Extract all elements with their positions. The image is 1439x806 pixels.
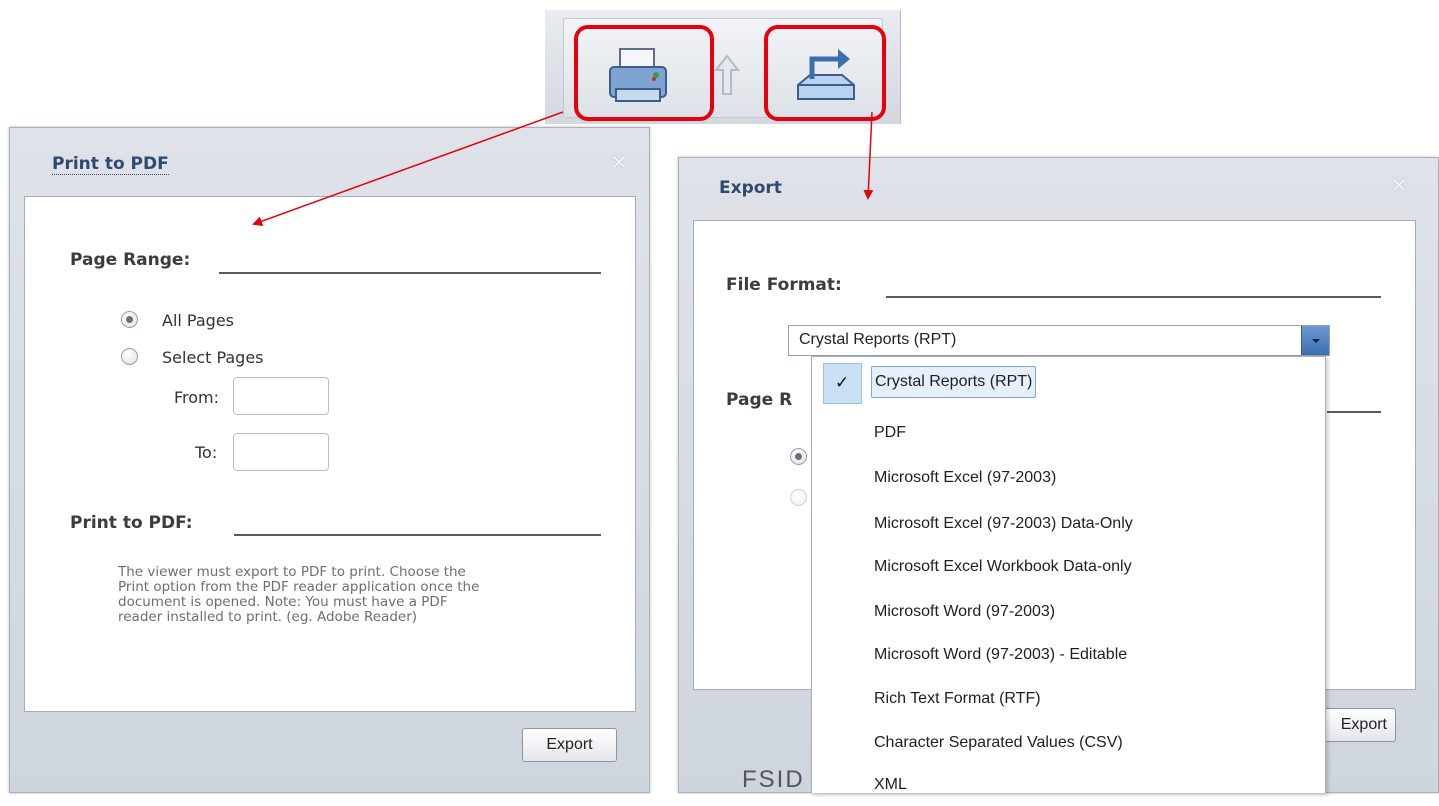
dialog-title: Print to PDF <box>52 154 169 175</box>
divider <box>886 296 1381 298</box>
select-pages-radio[interactable] <box>121 348 138 365</box>
format-option-label: Microsoft Excel Workbook Data-only <box>874 558 1132 575</box>
format-option-label: Microsoft Excel (97-2003) <box>874 469 1057 486</box>
from-label: From: <box>174 388 220 407</box>
file-format-dropdown: Crystal Reports (RPT) PDF Microsoft Exce… <box>811 356 1326 793</box>
print-button[interactable] <box>574 25 714 121</box>
all-pages-radio[interactable] <box>121 311 138 328</box>
toolbar-strip <box>563 18 886 121</box>
note-line: Print option from the PDF reader applica… <box>118 579 480 595</box>
format-option[interactable]: Crystal Reports (RPT) <box>812 362 1325 404</box>
page-range-label: Page R <box>726 390 793 410</box>
export-button-toolbar[interactable] <box>764 25 886 121</box>
print-to-pdf-label: Print to PDF: <box>70 513 193 533</box>
format-option[interactable]: Character Separated Values (CSV) <box>812 722 1325 764</box>
format-option[interactable]: Microsoft Excel (97-2003) <box>812 457 1325 499</box>
print-note: The viewer must export to PDF to print. … <box>118 565 479 625</box>
divider <box>1327 411 1381 413</box>
dialog-body: Page Range: All Pages Select Pages From:… <box>24 196 636 712</box>
select-pages-label: Select Pages <box>162 348 264 367</box>
note-line: The viewer must export to PDF to print. … <box>118 564 466 580</box>
from-field[interactable] <box>233 377 329 415</box>
format-option[interactable]: Microsoft Word (97-2003) - Editable <box>812 634 1325 676</box>
note-line: reader installed to print. (eg. Adobe Re… <box>118 609 418 625</box>
all-pages-radio[interactable] <box>790 448 807 465</box>
chevron-down-icon[interactable] <box>1301 326 1329 355</box>
export-button[interactable]: Export <box>1319 708 1396 742</box>
page-range-label: Page Range: <box>70 250 191 270</box>
format-option-label: Microsoft Excel (97-2003) Data-Only <box>874 515 1133 532</box>
format-option[interactable]: Microsoft Excel Workbook Data-only <box>812 546 1325 588</box>
divider <box>234 534 601 536</box>
export-button[interactable]: Export <box>522 728 617 762</box>
format-option[interactable]: PDF <box>812 412 1325 454</box>
up-arrow-icon[interactable] <box>714 54 740 96</box>
close-icon[interactable]: ✕ <box>610 152 628 174</box>
format-option-label: XML <box>874 776 907 793</box>
background-label: FSID <box>742 766 805 793</box>
viewer-toolbar <box>545 10 901 124</box>
note-line: document is opened. Note: You must have … <box>118 594 448 610</box>
to-label: To: <box>195 443 218 462</box>
export-icon <box>797 49 855 100</box>
format-option[interactable]: XML <box>812 764 1325 806</box>
format-option-label: Crystal Reports (RPT) <box>871 366 1037 398</box>
format-option[interactable]: Microsoft Excel (97-2003) Data-Only <box>812 503 1325 545</box>
export-button-label: Export <box>1340 716 1387 733</box>
format-option-label: Microsoft Word (97-2003) - Editable <box>874 646 1128 663</box>
dialog-title: Export <box>719 178 782 198</box>
select-value: Crystal Reports (RPT) <box>799 331 957 348</box>
close-icon[interactable]: ✕ <box>1390 175 1408 197</box>
file-format-select[interactable]: Crystal Reports (RPT) <box>788 325 1330 356</box>
file-format-label: File Format: <box>726 275 842 295</box>
print-to-pdf-dialog: Print to PDF ✕ Page Range: All Pages Sel… <box>9 127 650 793</box>
format-option[interactable]: Rich Text Format (RTF) <box>812 678 1325 720</box>
printer-icon <box>609 48 667 102</box>
format-option-label: Character Separated Values (CSV) <box>874 734 1123 751</box>
checkmark-icon <box>823 363 862 404</box>
divider <box>219 272 601 274</box>
format-option-label: Rich Text Format (RTF) <box>874 690 1041 707</box>
format-option-label: Microsoft Word (97-2003) <box>874 603 1056 620</box>
select-pages-radio[interactable] <box>790 489 807 506</box>
to-field[interactable] <box>233 433 329 471</box>
all-pages-label: All Pages <box>162 311 234 330</box>
format-option-label: PDF <box>874 424 906 441</box>
format-option[interactable]: Microsoft Word (97-2003) <box>812 591 1325 633</box>
